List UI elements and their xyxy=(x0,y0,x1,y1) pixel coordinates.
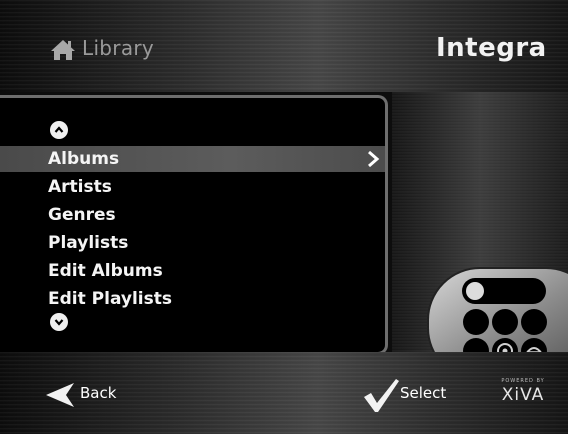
powered-by-label: POWERED BY xyxy=(501,378,545,384)
menu-item-label: Playlists xyxy=(48,233,129,253)
integra-logo: Integra xyxy=(436,33,547,63)
home-icon xyxy=(51,40,75,60)
page-title: Library xyxy=(82,36,155,60)
menu-item-label: Genres xyxy=(48,205,116,225)
header-bar: Library Integra xyxy=(0,0,568,92)
checkmark-icon xyxy=(364,379,399,412)
menu-item-edit-playlists[interactable]: Edit Playlists xyxy=(0,286,385,312)
menu-item-edit-albums[interactable]: Edit Albums xyxy=(0,258,385,284)
media-library-screen: Library Integra Albums Artists Genres Pl… xyxy=(0,0,568,434)
menu-item-albums[interactable]: Albums xyxy=(0,146,385,172)
menu-item-label: Artists xyxy=(48,177,112,197)
menu-item-playlists[interactable]: Playlists xyxy=(0,230,385,256)
back-button[interactable]: Back xyxy=(40,377,150,413)
menu-item-label: Albums xyxy=(48,149,120,169)
menu-item-artists[interactable]: Artists xyxy=(0,174,385,200)
scroll-up-icon[interactable] xyxy=(50,121,68,139)
menu-item-label: Edit Playlists xyxy=(48,289,172,309)
scroll-down-icon[interactable] xyxy=(50,313,68,331)
back-arrow-icon xyxy=(46,383,74,407)
menu-item-label: Edit Albums xyxy=(48,261,163,281)
back-label: Back xyxy=(80,384,117,402)
chevron-right-icon xyxy=(368,150,380,168)
menu-item-genres[interactable]: Genres xyxy=(0,202,385,228)
select-label: Select xyxy=(400,384,447,402)
powered-by-xiva: POWERED BY XiVA xyxy=(493,378,553,405)
select-button[interactable]: Select xyxy=(360,377,460,413)
xiva-logo: XiVA xyxy=(501,385,545,405)
menu-panel: Albums Artists Genres Playlists Edit Alb… xyxy=(0,95,388,355)
